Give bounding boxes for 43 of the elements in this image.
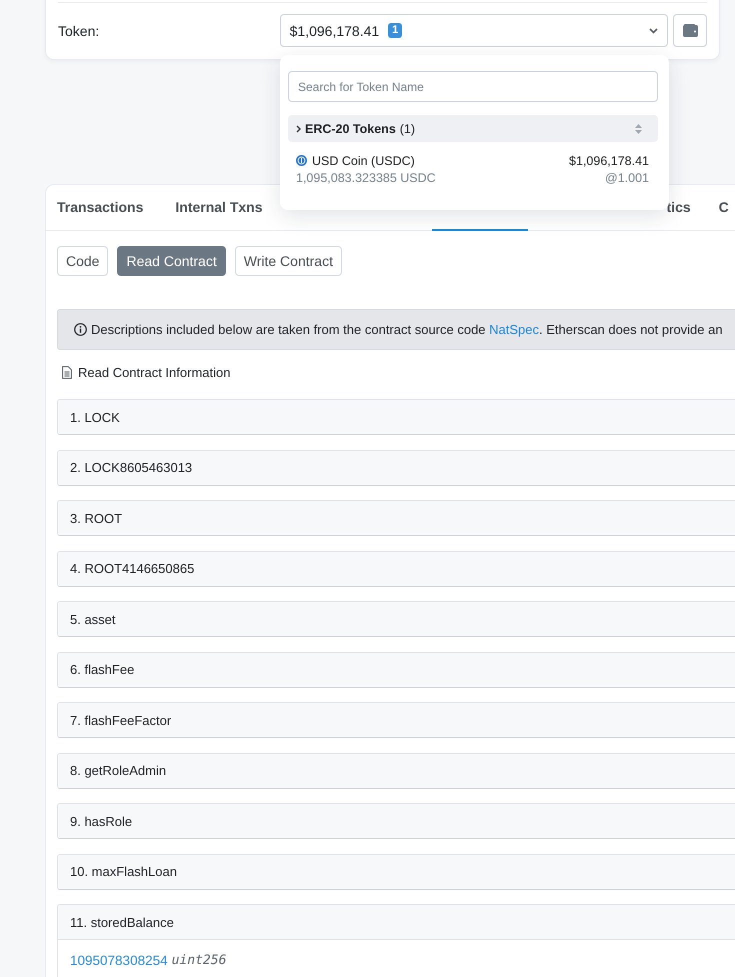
info-icon xyxy=(74,323,87,336)
wallet-button[interactable] xyxy=(673,14,707,47)
token-rate: @1.001 xyxy=(605,170,649,184)
function-row[interactable]: 9. hasRole xyxy=(58,804,735,838)
coin-icon xyxy=(296,155,307,166)
function-row[interactable]: 7. flashFeeFactor xyxy=(58,703,735,737)
token-select[interactable]: $1,096,178.41 1 xyxy=(280,14,668,47)
token-count-badge: 1 xyxy=(388,23,402,38)
contract-view-button[interactable]: Code xyxy=(57,246,108,276)
token-amount: 1,095,083.323385 USDC xyxy=(296,170,436,184)
chevron-down-icon xyxy=(649,28,658,34)
result-value: 1095078308254 xyxy=(70,953,168,968)
token-search-field[interactable]: Search for Token Name xyxy=(288,71,658,102)
token-group-count: (1) xyxy=(400,122,416,136)
token-group-name: ERC-20 Tokens xyxy=(305,122,396,136)
function-row[interactable]: 3. ROOT xyxy=(58,501,735,535)
function-row[interactable]: 11. storedBalance xyxy=(58,905,735,940)
tab[interactable]: Transactions xyxy=(46,185,160,231)
function-row[interactable]: 6. flashFee xyxy=(58,652,735,686)
token-item[interactable]: USD Coin (USDC) $1,096,178.41 1,095,083.323385 USDC @1.001 xyxy=(288,142,658,186)
function-row[interactable]: 1. LOCK xyxy=(58,400,735,434)
contract-view-button[interactable]: Write Contract xyxy=(234,246,342,276)
tab[interactable]: tics xyxy=(608,185,703,231)
wallet-icon xyxy=(682,24,698,37)
token-value: $1,096,178.41 xyxy=(569,154,649,168)
tab[interactable]: Internal Txns xyxy=(159,185,279,231)
function-row[interactable]: 10. maxFlashLoan xyxy=(58,854,735,888)
token-label: Token: xyxy=(58,22,100,38)
notice-text: Descriptions included below are taken from the contract source code NatSpec. Etherscan does not provide an xyxy=(91,322,723,337)
chevron-right-icon xyxy=(296,124,301,132)
token-total-value: $1,096,178.41 xyxy=(290,22,380,38)
document-icon xyxy=(62,366,72,379)
function-row[interactable]: 5. asset xyxy=(58,602,735,636)
function-row[interactable]: 4. ROOT4146650865 xyxy=(58,552,735,586)
token-group-header[interactable]: ERC-20 Tokens (1) xyxy=(288,115,658,142)
function-row[interactable]: 2. LOCK8605463013 xyxy=(58,450,735,484)
section-title: Read Contract Information xyxy=(78,365,230,380)
tab[interactable]: C xyxy=(702,185,735,231)
contract-view-button[interactable]: Read Contract xyxy=(117,246,226,276)
sort-icon xyxy=(635,124,642,134)
result-type: uint256 xyxy=(172,953,226,968)
function-row[interactable]: 8. getRoleAdmin xyxy=(58,754,735,788)
token-name: USD Coin (USDC) xyxy=(312,154,415,168)
